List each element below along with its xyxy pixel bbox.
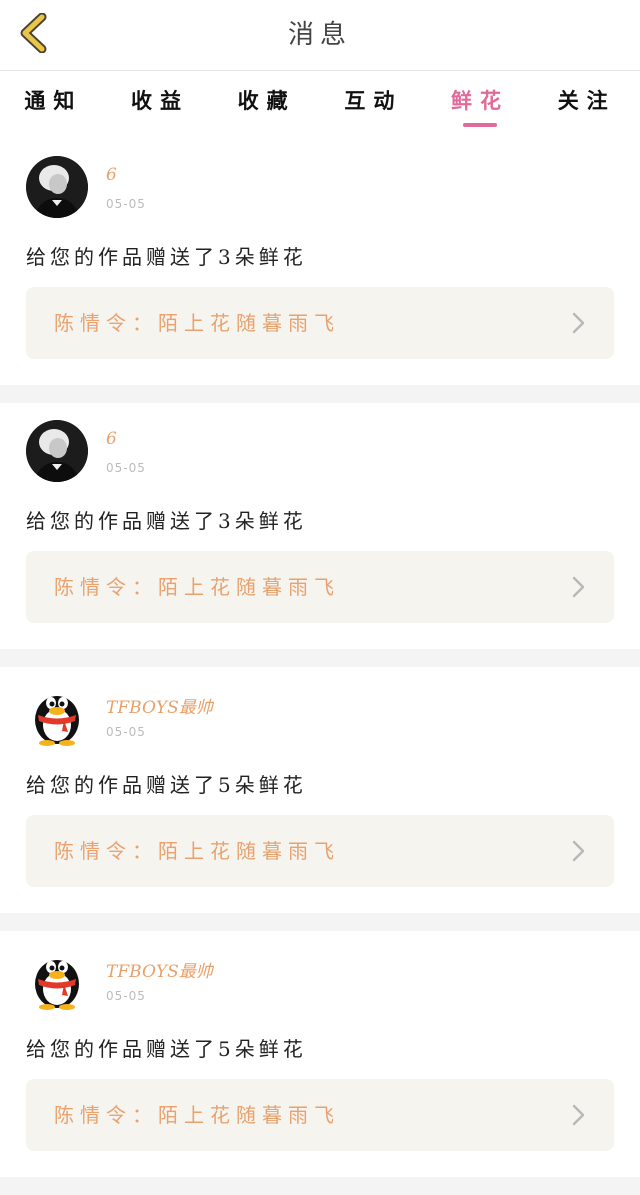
tab-following[interactable]: 关注: [533, 71, 640, 139]
username[interactable]: TFBOYS最帅: [106, 693, 213, 718]
message-date: 05-05: [106, 461, 146, 475]
photo-avatar-icon: [26, 156, 88, 218]
work-title: 陈情令：陌上花随暮雨飞: [54, 1103, 340, 1127]
work-title: 陈情令：陌上花随暮雨飞: [54, 839, 340, 863]
list-divider: [0, 1177, 640, 1195]
tab-notifications[interactable]: 通知: [0, 71, 107, 139]
list-divider: [0, 649, 640, 667]
username[interactable]: 6: [106, 165, 117, 185]
avatar[interactable]: [26, 156, 88, 218]
tab-label: 收益: [131, 88, 189, 113]
avatar[interactable]: [26, 420, 88, 482]
flower-message-list: 6 05-05 给您的作品赠送了3朵鲜花 陈情令：陌上花随暮雨飞 6 05-05…: [0, 139, 640, 1195]
photo-avatar-icon: [26, 420, 88, 482]
work-link[interactable]: 陈情令：陌上花随暮雨飞: [26, 551, 614, 623]
chevron-right-icon: [572, 312, 585, 334]
list-item: 6 05-05 给您的作品赠送了3朵鲜花 陈情令：陌上花随暮雨飞: [0, 139, 640, 385]
penguin-avatar-icon: [35, 960, 79, 1010]
username[interactable]: 6: [106, 429, 117, 449]
message-date: 05-05: [106, 197, 146, 211]
avatar[interactable]: [26, 684, 88, 746]
active-tab-indicator: [463, 123, 498, 127]
work-link[interactable]: 陈情令：陌上花随暮雨飞: [26, 815, 614, 887]
app-header: 消息: [0, 0, 640, 71]
chevron-right-icon: [572, 1104, 585, 1126]
list-item: 6 05-05 给您的作品赠送了3朵鲜花 陈情令：陌上花随暮雨飞: [0, 403, 640, 649]
message-text: 给您的作品赠送了5朵鲜花: [26, 1037, 307, 1061]
penguin-avatar-icon: [35, 696, 79, 746]
message-text: 给您的作品赠送了5朵鲜花: [26, 773, 307, 797]
work-title: 陈情令：陌上花随暮雨飞: [54, 311, 340, 335]
list-item: TFBOYS最帅 05-05 给您的作品赠送了5朵鲜花 陈情令：陌上花随暮雨飞: [0, 931, 640, 1177]
tab-flowers[interactable]: 鲜花: [427, 71, 534, 139]
tab-interactions[interactable]: 互动: [320, 71, 427, 139]
work-title: 陈情令：陌上花随暮雨飞: [54, 575, 340, 599]
avatar[interactable]: [26, 948, 88, 1010]
tab-label: 互动: [344, 88, 403, 113]
chevron-right-icon: [572, 576, 585, 598]
tab-label: 通知: [24, 88, 83, 113]
username[interactable]: TFBOYS最帅: [106, 957, 213, 982]
chevron-right-icon: [572, 840, 585, 862]
tab-label: 关注: [557, 88, 616, 113]
message-tabs: 通知 收益 收藏 互动 鲜花 关注: [0, 71, 640, 139]
message-date: 05-05: [106, 989, 146, 1003]
message-date: 05-05: [106, 725, 146, 739]
tab-label: 鲜花: [451, 88, 510, 113]
list-divider: [0, 385, 640, 403]
page-title: 消息: [287, 20, 352, 50]
message-text: 给您的作品赠送了3朵鲜花: [26, 245, 307, 269]
tab-favorites[interactable]: 收藏: [213, 71, 320, 139]
message-text: 给您的作品赠送了3朵鲜花: [26, 509, 307, 533]
work-link[interactable]: 陈情令：陌上花随暮雨飞: [26, 1079, 614, 1151]
list-item: TFBOYS最帅 05-05 给您的作品赠送了5朵鲜花 陈情令：陌上花随暮雨飞: [0, 667, 640, 913]
list-divider: [0, 913, 640, 931]
work-link[interactable]: 陈情令：陌上花随暮雨飞: [26, 287, 614, 359]
tab-earnings[interactable]: 收益: [107, 71, 214, 139]
tab-label: 收藏: [237, 88, 296, 113]
